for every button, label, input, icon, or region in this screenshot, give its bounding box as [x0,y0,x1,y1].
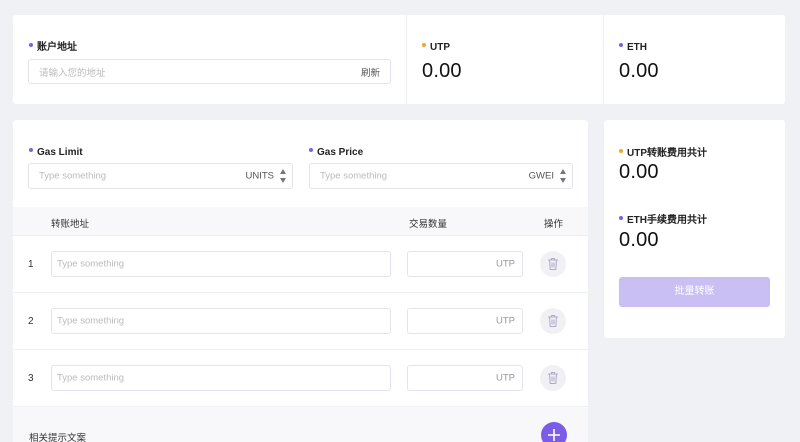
divider [406,15,407,104]
row-address-input[interactable]: Type something [51,308,391,334]
account-balance-card: 账户地址 请输入您的地址 刷新 UTP 0.00 ETH 0.00 [13,15,785,104]
row-amount-input[interactable]: UTP [407,365,523,391]
row-address-input[interactable]: Type something [51,365,391,391]
table-row: 1 Type something UTP [13,235,588,292]
gas-limit-unit: UNITS [245,170,275,182]
gas-price-unit: GWEI [528,170,554,182]
row-index: 3 [28,373,34,384]
header-action: 操作 [544,219,564,230]
trash-icon [548,315,558,327]
account-address-placeholder: 请输入您的地址 [39,67,106,79]
row-address-placeholder: Type something [57,315,125,327]
row-amount-input[interactable]: UTP [407,308,523,334]
transfer-card: Gas Limit Type something UNITS Gas Price… [13,120,588,442]
divider [603,15,604,104]
gas-price-input[interactable]: Type something GWEI [309,163,573,189]
gas-limit-placeholder: Type something [39,170,107,182]
row-index: 2 [28,316,34,327]
label-dot-icon [29,147,33,152]
row-amount-unit: UTP [496,258,515,270]
row-amount-unit: UTP [496,372,515,384]
row-address-input[interactable]: Type something [51,251,391,277]
header-address: 转账地址 [51,219,90,230]
summary-card: UTP转账费用共计 0.00 ETH手续费用共计 0.00 批量转账 [604,120,785,338]
eth-fee-label: ETH手续费用共计 [619,210,707,228]
delete-row-button[interactable] [540,308,566,334]
trash-icon [548,258,558,270]
gas-limit-stepper-icon[interactable] [280,169,287,183]
row-index: 1 [28,259,34,270]
row-amount-input[interactable]: UTP [407,251,523,277]
utp-fee-value: 0.00 [619,161,659,183]
row-amount-unit: UTP [496,315,515,327]
account-address-label: 账户地址 [29,37,77,55]
gas-limit-label: Gas Limit [29,142,83,160]
eth-balance-label: ETH [619,37,647,55]
gas-price-label: Gas Price [309,142,363,160]
gas-price-placeholder: Type something [320,170,388,182]
utp-fee-label: UTP转账费用共计 [619,143,707,161]
add-row-button[interactable] [541,422,567,442]
utp-balance-label: UTP [422,37,450,55]
account-address-input[interactable]: 请输入您的地址 刷新 [28,59,391,84]
delete-row-button[interactable] [540,365,566,391]
plus-icon [548,429,560,441]
gas-price-stepper-icon[interactable] [560,169,567,183]
header-amount: 交易数量 [409,219,448,230]
eth-dot-icon [619,215,623,220]
row-address-placeholder: Type something [57,372,125,384]
row-address-placeholder: Type something [57,258,125,270]
table-row: 3 Type something UTP [13,349,588,406]
trash-icon [548,372,558,384]
utp-balance-value: 0.00 [422,60,462,82]
delete-row-button[interactable] [540,251,566,277]
eth-fee-value: 0.00 [619,229,659,251]
label-dot-icon [309,147,313,152]
gas-limit-input[interactable]: Type something UNITS [28,163,293,189]
table-header: 转账地址 交易数量 操作 [13,207,588,235]
table-row: 2 Type something UTP [13,292,588,349]
utp-dot-icon [619,148,623,153]
refresh-button[interactable]: 刷新 [361,65,380,79]
eth-dot-icon [619,42,623,47]
hint-text: 相关提示文案 [29,433,87,442]
utp-dot-icon [422,42,426,47]
label-dot-icon [29,42,33,47]
table-footer: 相关提示文案 [13,406,588,442]
eth-balance-value: 0.00 [619,60,659,82]
batch-transfer-button[interactable]: 批量转账 [619,277,770,307]
